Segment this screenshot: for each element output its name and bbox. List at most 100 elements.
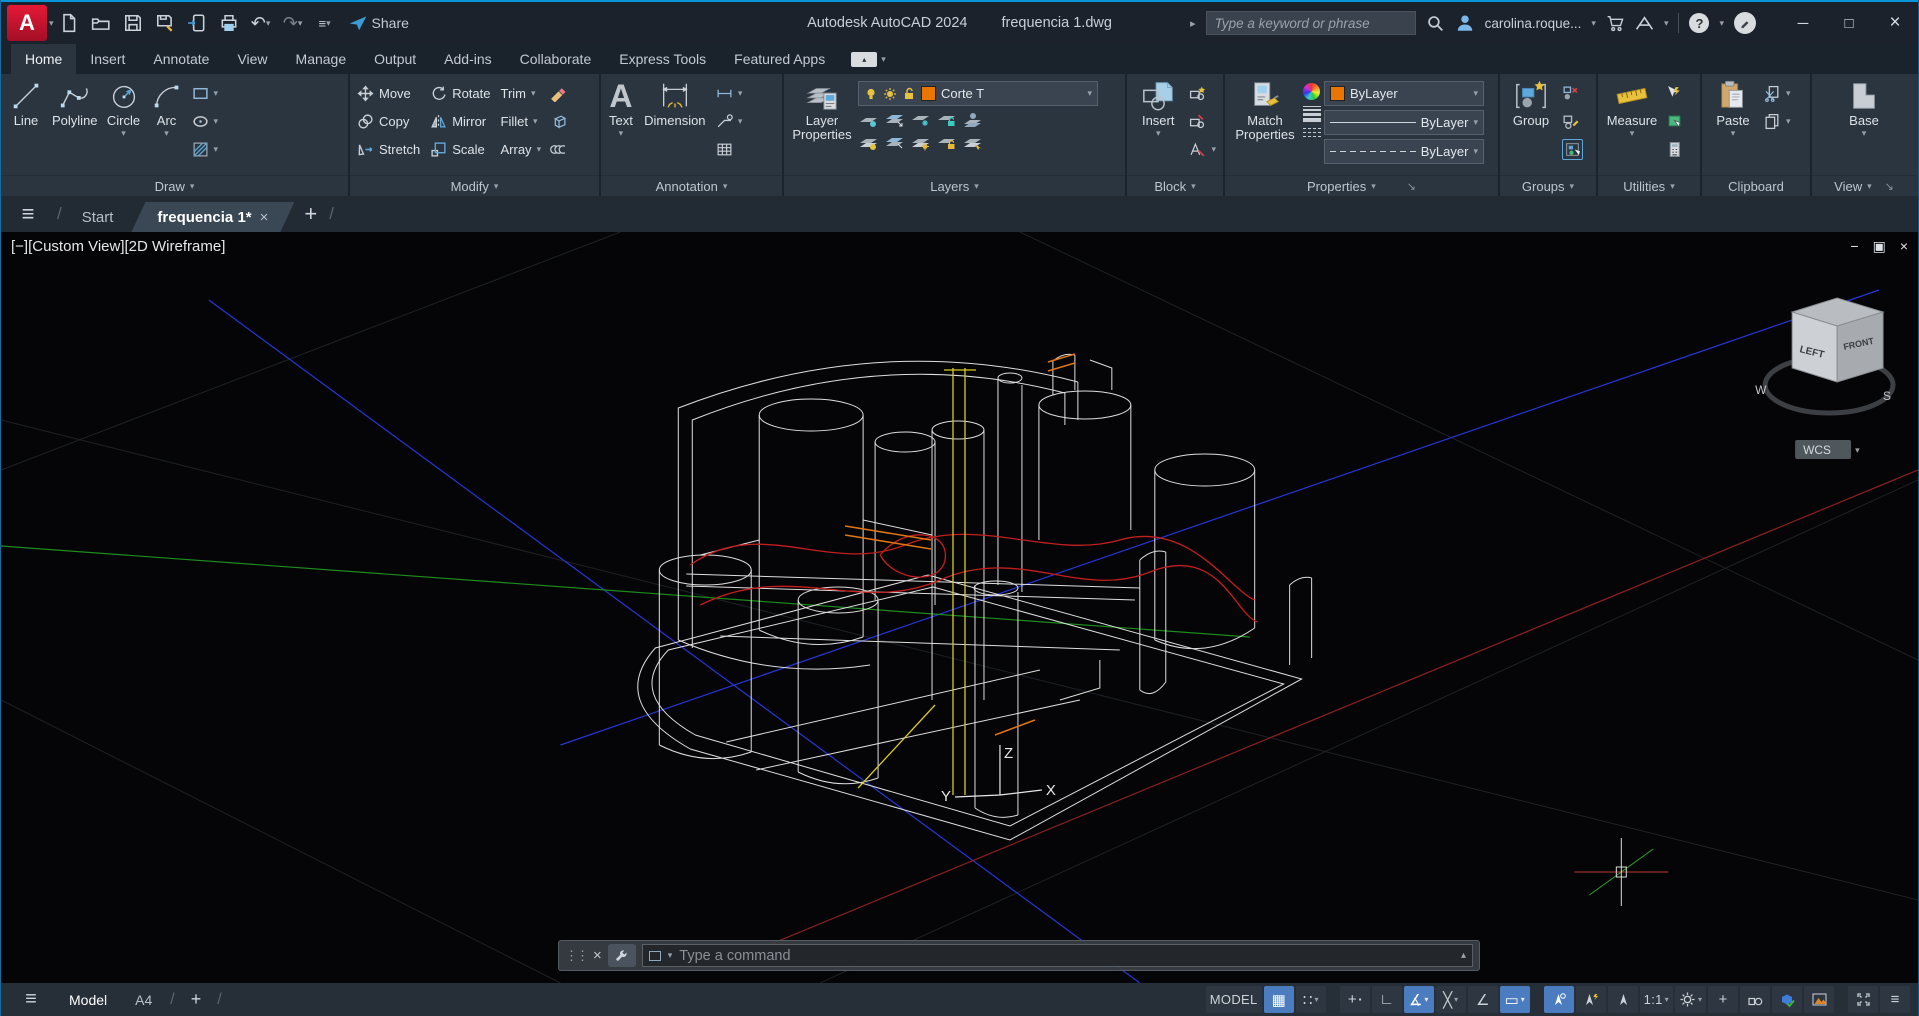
annotation-scale-sync-toggle[interactable] <box>1608 986 1638 1013</box>
circle-tool[interactable]: Circle ▾ <box>104 78 144 139</box>
file-tab-start[interactable]: Start <box>64 202 132 232</box>
dynamic-input-toggle[interactable]: +▪ <box>1340 986 1370 1013</box>
layer-thaw-icon[interactable] <box>883 87 897 101</box>
scale-caret-icon[interactable]: ▾ <box>1665 995 1669 1004</box>
redo-caret-icon[interactable]: ▾ <box>298 19 303 28</box>
viewport-restore-icon[interactable]: ▣ <box>1873 238 1886 255</box>
layer-off-icon[interactable] <box>858 111 880 129</box>
annotation-scale-button[interactable]: 1:1▾ <box>1640 986 1673 1013</box>
new-file-button[interactable] <box>54 8 84 38</box>
polar-caret-icon[interactable]: ▾ <box>1424 995 1428 1004</box>
paste-caret-icon[interactable]: ▾ <box>1731 129 1736 138</box>
measure-caret-icon[interactable]: ▾ <box>1630 129 1635 138</box>
copy-clip-caret-icon[interactable]: ▾ <box>1786 117 1791 126</box>
group-edit-tool[interactable] <box>1560 109 1585 134</box>
model-space-toggle[interactable]: MODEL <box>1206 986 1262 1013</box>
ribbon-collapse-button[interactable]: ▴ <box>851 52 877 67</box>
layer-color-swatch[interactable] <box>921 86 936 101</box>
quick-calculator-tool[interactable] <box>1664 137 1685 162</box>
workspace-switching-button[interactable]: ▾ <box>1675 986 1706 1013</box>
viewport-minimize-icon[interactable]: − <box>1850 238 1858 255</box>
layout-tab-a4[interactable]: A4 <box>123 992 164 1008</box>
search-expand-icon[interactable]: ▸ <box>1190 17 1196 30</box>
ungroup-tool[interactable] <box>1560 81 1585 106</box>
mirror-tool[interactable]: Mirror <box>428 109 492 134</box>
osnap-caret-icon[interactable]: ▾ <box>1521 995 1525 1004</box>
tab-view[interactable]: View <box>223 44 281 74</box>
layer-properties-tool[interactable]: Layer Properties <box>789 78 855 143</box>
ortho-toggle[interactable]: ∟ <box>1372 986 1402 1013</box>
copy-clip-tool[interactable]: ▾ <box>1762 109 1793 134</box>
polar-tracking-toggle[interactable]: ∡▾ <box>1404 986 1434 1013</box>
window-close-button[interactable]: × <box>1872 3 1918 43</box>
stretch-tool[interactable]: Stretch <box>355 137 422 162</box>
insert-block-tool[interactable]: Insert ▾ <box>1132 78 1184 139</box>
layer-current-icon[interactable] <box>962 134 984 152</box>
layer-freeze-icon[interactable] <box>910 111 932 129</box>
annotation-autoscale-toggle[interactable] <box>1576 986 1606 1013</box>
tab-express-tools[interactable]: Express Tools <box>605 44 720 74</box>
attributes-caret-icon[interactable]: ▾ <box>1211 145 1216 154</box>
window-maximize-button[interactable]: □ <box>1826 3 1872 43</box>
dimension-tool[interactable]: Dimension <box>639 78 711 129</box>
trim-caret-icon[interactable]: ▾ <box>531 89 536 98</box>
cut-caret-icon[interactable]: ▾ <box>1786 89 1791 98</box>
command-prompt-icon[interactable]: ▾ <box>649 950 673 962</box>
properties-dialog-launcher-icon[interactable]: ↘ <box>1407 180 1416 193</box>
annotation-visibility-toggle[interactable] <box>1544 986 1574 1013</box>
base-tool[interactable]: Base ▾ <box>1834 78 1894 139</box>
command-line-dock[interactable]: ⋮⋮ × ▾ ▴ <box>558 940 1480 971</box>
viewport-controls-label[interactable]: [−][Custom View][2D Wireframe] <box>11 238 225 255</box>
eraser-icon[interactable] <box>549 85 566 102</box>
app-store-cart-icon[interactable] <box>1606 14 1625 33</box>
panel-label-view[interactable]: View▾↘ <box>1812 175 1916 196</box>
help-caret-icon[interactable]: ▾ <box>1719 19 1724 28</box>
tab-output[interactable]: Output <box>360 44 430 74</box>
dim-caret-icon[interactable]: ▾ <box>738 89 743 98</box>
hatch-caret-icon[interactable]: ▾ <box>214 145 219 154</box>
file-tabs-menu-button[interactable]: ≡ <box>1 201 55 227</box>
new-layout-button[interactable]: + <box>181 989 212 1010</box>
panel-label-groups[interactable]: Groups▾ <box>1500 175 1596 196</box>
lineweight-combo[interactable]: ByLayer▾ <box>1324 110 1484 135</box>
hardware-acceleration-button[interactable] <box>1804 986 1834 1013</box>
workspace-caret-icon[interactable]: ▾ <box>1698 995 1702 1004</box>
save-button[interactable] <box>118 8 148 38</box>
tab-annotate[interactable]: Annotate <box>139 44 223 74</box>
layer-unlock-all-icon[interactable] <box>936 134 958 152</box>
snap-caret-icon[interactable]: ▾ <box>1314 995 1318 1004</box>
tab-add-ins[interactable]: Add-ins <box>430 44 505 74</box>
ellipse-tool[interactable]: ▾ <box>190 109 221 134</box>
layer-isolate-icon[interactable] <box>884 111 906 129</box>
arc-caret-icon[interactable]: ▾ <box>164 129 169 138</box>
close-tab-icon[interactable]: × <box>260 209 269 226</box>
view-dialog-launcher-icon[interactable]: ↘ <box>1885 180 1894 193</box>
command-history-icon[interactable]: ▴ <box>1461 950 1466 961</box>
circle-caret-icon[interactable]: ▾ <box>121 129 126 138</box>
layer-user-icon[interactable] <box>962 111 984 129</box>
compass-west-label[interactable]: W <box>1755 383 1767 397</box>
wcs-label[interactable]: WCS <box>1803 443 1831 457</box>
panel-label-layers[interactable]: Layers▾ <box>784 175 1125 196</box>
layer-thaw-all-icon[interactable] <box>910 134 932 152</box>
command-dock-close-icon[interactable]: × <box>593 947 602 964</box>
grid-toggle[interactable]: ▦ <box>1264 986 1294 1013</box>
customization-button[interactable]: + <box>1708 986 1738 1013</box>
table-tool[interactable] <box>714 137 745 162</box>
panel-label-block[interactable]: Block▾ <box>1127 175 1223 196</box>
leader-caret-icon[interactable]: ▾ <box>738 117 743 126</box>
drawing-area[interactable]: [−][Custom View][2D Wireframe] − ▣ × <box>1 232 1918 983</box>
save-as-button[interactable] <box>150 8 180 38</box>
ellipse-caret-icon[interactable]: ▾ <box>214 117 219 126</box>
drawing-canvas[interactable]: Z Y X W S LEFT FRONT WCS ▾ <box>1 232 1918 983</box>
trim-tool[interactable]: Trim▾ <box>499 81 570 106</box>
tab-insert[interactable]: Insert <box>76 44 139 74</box>
user-menu-caret-icon[interactable]: ▾ <box>1591 19 1596 28</box>
leader-tool[interactable]: ▾ <box>714 109 745 134</box>
copy-tool[interactable]: Copy <box>355 109 422 134</box>
command-input[interactable] <box>679 948 1454 964</box>
layer-unlock-icon[interactable] <box>902 87 916 101</box>
command-dock-grip[interactable]: ⋮⋮ <box>565 948 587 964</box>
match-properties-tool[interactable]: Match Properties <box>1230 78 1300 143</box>
move-tool[interactable]: Move <box>355 81 422 106</box>
